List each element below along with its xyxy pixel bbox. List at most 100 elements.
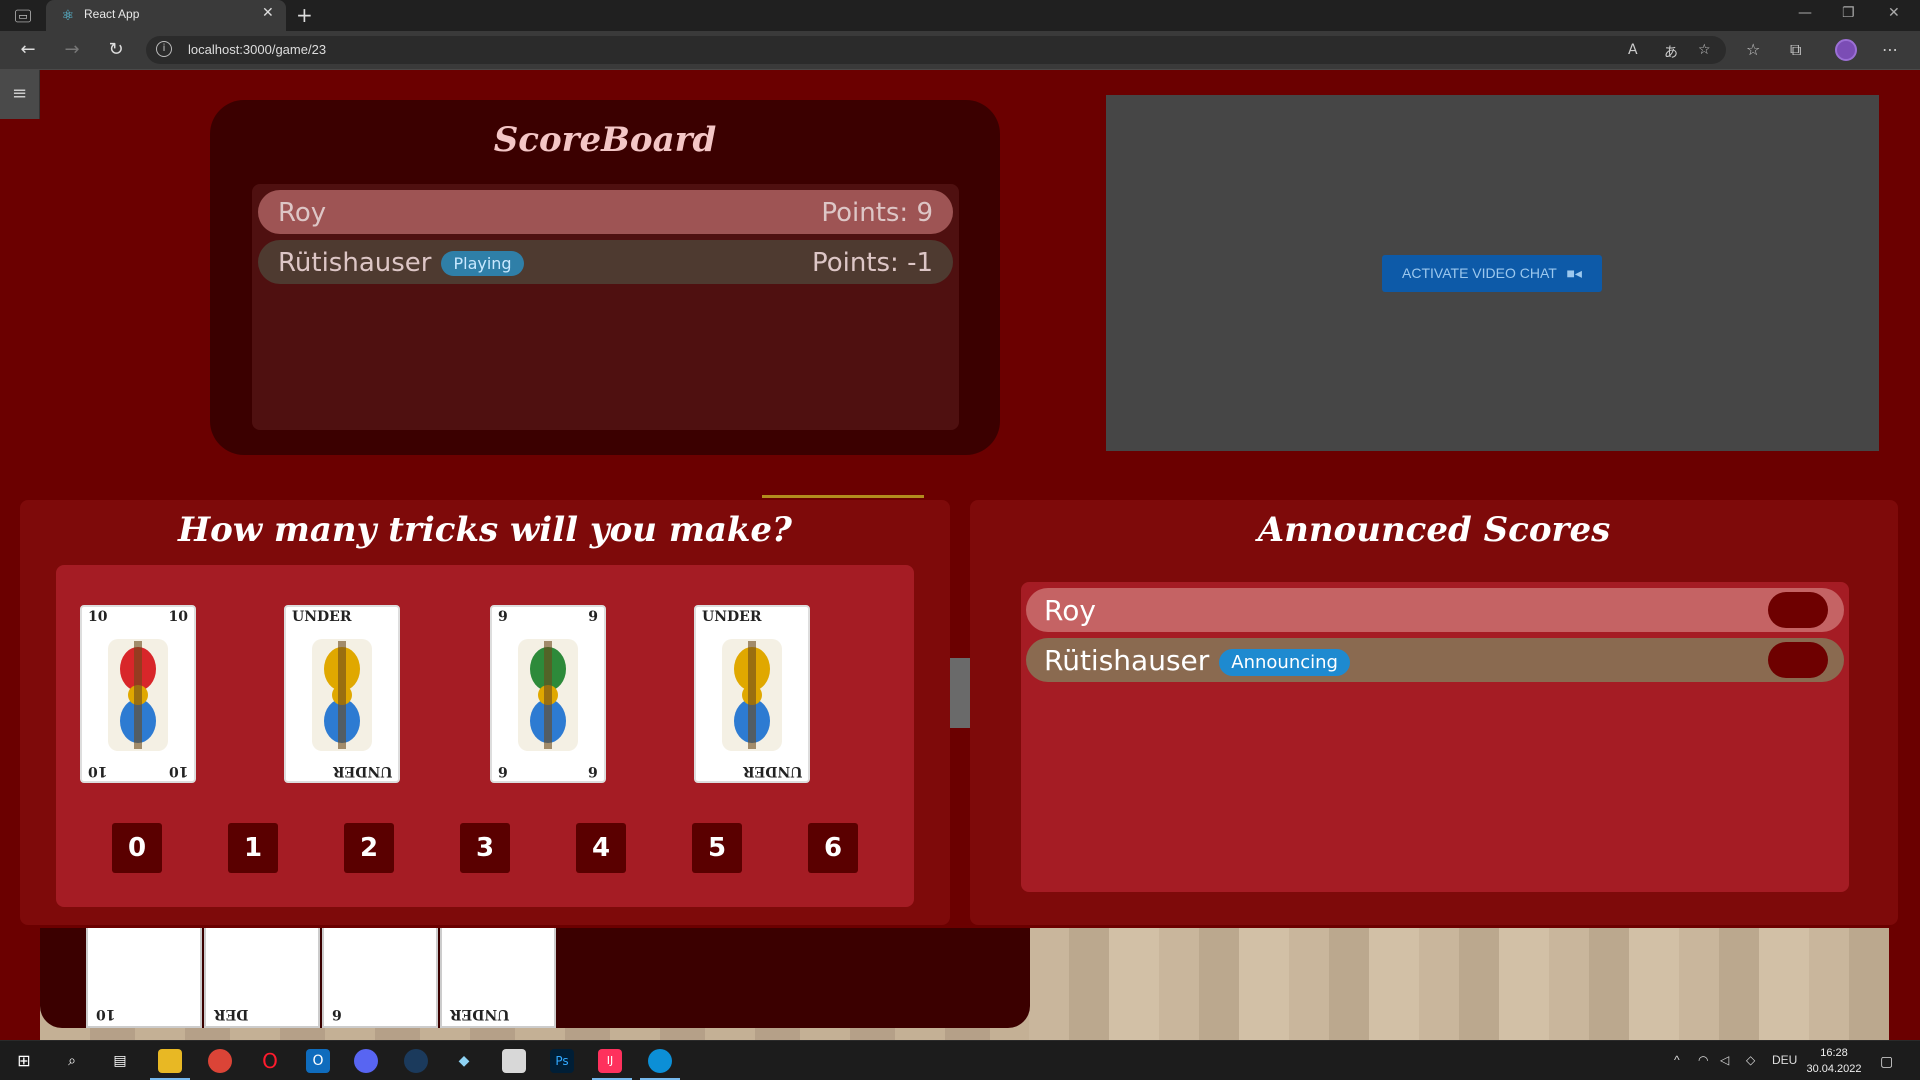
file-explorer-icon[interactable] [158, 1049, 182, 1073]
address-bar[interactable]: i localhost:3000/game/23 A あ ☆ [146, 36, 1726, 64]
chrome-icon[interactable] [208, 1049, 232, 1073]
tricks-option-button[interactable]: 1 [228, 823, 278, 873]
dropbox-icon[interactable]: ◇ [1746, 1053, 1755, 1067]
tricks-option-button[interactable]: 5 [692, 823, 742, 873]
scrollbar-handle[interactable] [950, 658, 970, 728]
announce-tricks-panel: How many tricks will you make? 10 10 10 10 U… [20, 500, 950, 925]
card-corner: UNDER [332, 763, 392, 779]
tricks-option-button[interactable]: 4 [576, 823, 626, 873]
url-text[interactable]: localhost:3000/game/23 [188, 42, 326, 57]
language-indicator[interactable]: DEU [1772, 1053, 1797, 1067]
tricks-option-button[interactable]: 0 [112, 823, 162, 873]
card-corner: 10 [168, 609, 188, 625]
card-corner: UNDER [702, 609, 762, 625]
status-badge: Playing [441, 251, 524, 276]
tricks-option-button[interactable]: 6 [808, 823, 858, 873]
card-corner: 10 [168, 763, 188, 779]
announced-row: Rütishauser Announcing [1026, 638, 1844, 682]
video-chat-panel: ACTIVATE VIDEO CHAT ■◂ [1106, 95, 1879, 451]
activate-video-chat-button[interactable]: ACTIVATE VIDEO CHAT ■◂ [1382, 255, 1602, 292]
more-menu-icon[interactable]: ⋯ [1882, 40, 1898, 59]
translate-icon[interactable]: あ [1664, 42, 1678, 62]
read-aloud-icon[interactable]: A [1628, 42, 1638, 58]
photoshop-icon[interactable]: Ps [550, 1049, 574, 1073]
card-corner: UNDER [450, 1006, 510, 1022]
browser-titlebar: ▭ ⚛ React App ✕ + — ❐ ✕ [0, 0, 1920, 31]
task-view-icon[interactable]: ▤ [108, 1049, 132, 1073]
clock-time: 16:28 [1820, 1047, 1848, 1059]
site-info-icon[interactable]: i [156, 41, 172, 57]
hand-card[interactable]: UNDER [440, 928, 556, 1028]
clock[interactable]: 16:28 30.04.2022 [1802, 1045, 1866, 1077]
browser-toolbar: ← → ↻ i localhost:3000/game/23 A あ ☆ ☆ ⧉… [0, 31, 1920, 70]
reload-icon[interactable]: ↻ [104, 39, 128, 60]
edge-icon[interactable] [648, 1049, 672, 1073]
announced-scores-title: Announced Scores [1257, 510, 1611, 550]
scoreboard-row: Roy Points: 9 [258, 190, 953, 234]
wifi-icon[interactable]: ◠ [1698, 1053, 1708, 1067]
forward-icon[interactable]: → [60, 39, 84, 60]
table-background-right [1029, 928, 1889, 1040]
close-tab-icon[interactable]: ✕ [262, 5, 274, 21]
app-icon[interactable] [502, 1049, 526, 1073]
player-name: Rütishauser Announcing [1044, 644, 1350, 677]
hand-card-option: UNDER UNDER [694, 605, 810, 783]
divider-line [762, 495, 924, 498]
scoreboard-list: Roy Points: 9 Rütishauser Playing Points:… [252, 184, 959, 430]
player-name: Roy [278, 198, 327, 228]
scoreboard-panel: ScoreBoard Roy Points: 9 Rütishauser Play… [210, 100, 1000, 455]
announced-score-pill [1768, 592, 1828, 628]
hamburger-menu-icon[interactable]: ≡ [0, 70, 40, 119]
card-corner: 10 [88, 609, 108, 625]
player-name: Rütishauser Playing [278, 248, 524, 278]
status-badge: Announcing [1219, 648, 1350, 676]
hand-card-option: UNDER UNDER [284, 605, 400, 783]
tricks-option-button[interactable]: 2 [344, 823, 394, 873]
new-tab-button[interactable]: + [296, 3, 313, 27]
volume-icon[interactable]: ◁ [1720, 1053, 1729, 1067]
react-favicon-icon: ⚛ [61, 8, 75, 24]
close-window-icon[interactable]: ✕ [1888, 5, 1900, 21]
tricks-option-button[interactable]: 3 [460, 823, 510, 873]
scoreboard-row: Rütishauser Playing Points: -1 [258, 240, 953, 284]
clock-date: 30.04.2022 [1806, 1063, 1862, 1075]
favorite-star-icon[interactable]: ☆ [1698, 42, 1711, 58]
announced-row: Roy [1026, 588, 1844, 632]
card-corner: 9 [588, 609, 598, 625]
announced-scores-list: Roy Rütishauser Announcing [1021, 582, 1849, 892]
tray-overflow-icon[interactable]: ^ [1674, 1053, 1680, 1067]
card-artwork [722, 639, 782, 751]
tab-title: React App [84, 7, 140, 21]
player-points: Points: 9 [821, 198, 933, 228]
collections-icon[interactable]: ⧉ [1790, 40, 1801, 60]
windows-taskbar: ⊞ ⌕ ▤ O O ◆ Ps IJ ^ ◠ ◁ ◇ DEU 16:28 30.0… [0, 1040, 1920, 1080]
card-artwork [108, 639, 168, 751]
intellij-icon[interactable]: IJ [598, 1049, 622, 1073]
card-corner: 10 [88, 763, 108, 779]
tab-actions-icon[interactable]: ▭ [15, 9, 31, 23]
card-corner: 6 [332, 1006, 342, 1022]
hand-card[interactable]: 6 [322, 928, 438, 1028]
minimize-icon[interactable]: — [1798, 5, 1812, 21]
browser-tab[interactable]: ⚛ React App ✕ [46, 0, 286, 31]
discord-icon[interactable] [354, 1049, 378, 1073]
notes-icon[interactable]: ◆ [452, 1049, 476, 1073]
card-corner: 6 [588, 763, 598, 779]
announced-scores-panel: Announced Scores Roy Rütishauser Announci… [970, 500, 1898, 925]
search-icon[interactable]: ⌕ [60, 1049, 84, 1073]
announced-score-pill [1768, 642, 1828, 678]
tricks-content: 10 10 10 10 UNDER UNDER 9 9 6 6 UNDER UNDER 0 1 2 3 4 5 6 [56, 565, 914, 907]
opera-icon[interactable]: O [258, 1049, 282, 1073]
steam-icon[interactable] [404, 1049, 428, 1073]
restore-icon[interactable]: ❐ [1842, 5, 1855, 21]
windows-start-icon[interactable]: ⊞ [12, 1049, 36, 1073]
back-icon[interactable]: ← [16, 39, 40, 60]
notifications-icon[interactable]: ▢ [1880, 1053, 1893, 1070]
card-corner: UNDER [742, 763, 802, 779]
favorites-icon[interactable]: ☆ [1746, 40, 1760, 59]
profile-avatar[interactable] [1835, 39, 1857, 61]
outlook-icon[interactable]: O [306, 1049, 330, 1073]
hand-card[interactable]: DER [204, 928, 320, 1028]
card-artwork [518, 639, 578, 751]
hand-card[interactable]: 10 [86, 928, 202, 1028]
